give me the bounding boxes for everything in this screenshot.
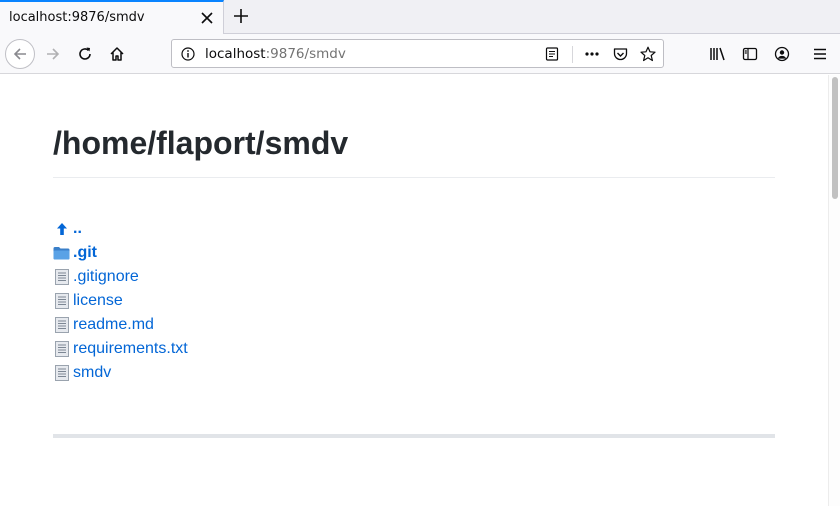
tab-title: localhost:9876/smdv — [9, 10, 145, 25]
info-icon[interactable] — [179, 45, 197, 63]
list-item-file[interactable]: .gitignore — [53, 265, 453, 289]
forward-arrow-icon[interactable] — [39, 40, 67, 68]
footer-divider — [53, 434, 775, 438]
more-actions-icon[interactable] — [583, 45, 601, 63]
pocket-icon[interactable] — [611, 45, 629, 63]
folder-icon — [53, 245, 70, 262]
list-item-file[interactable]: license — [53, 289, 453, 313]
sidebar-icon[interactable] — [736, 40, 764, 68]
account-icon[interactable] — [768, 40, 796, 68]
new-tab-plus-icon[interactable] — [231, 6, 251, 26]
file-name: requirements.txt — [73, 340, 188, 357]
menu-hamburger-icon[interactable] — [806, 40, 834, 68]
bookmark-star-icon[interactable] — [639, 45, 657, 63]
nav-bar: localhost:9876/smdv — [0, 34, 840, 74]
list-item-file[interactable]: requirements.txt — [53, 337, 453, 361]
back-arrow-icon[interactable] — [5, 39, 35, 69]
url-bar[interactable]: localhost:9876/smdv — [171, 39, 664, 68]
file-name: readme.md — [73, 316, 154, 333]
page-title: /home/flaport/smdv — [53, 125, 349, 161]
file-icon — [53, 269, 70, 286]
file-list: .. .git .gitignore license readme.md req… — [53, 217, 453, 385]
file-name: license — [73, 292, 123, 309]
url-path: :9876/smdv — [265, 46, 346, 62]
reader-view-icon[interactable] — [543, 45, 561, 63]
library-icon[interactable] — [704, 40, 732, 68]
close-icon[interactable] — [198, 9, 216, 27]
url-text[interactable]: localhost:9876/smdv — [205, 46, 346, 62]
list-item-folder[interactable]: .git — [53, 241, 453, 265]
file-icon — [53, 365, 70, 382]
home-icon[interactable] — [103, 40, 131, 68]
file-name: .gitignore — [73, 268, 139, 285]
url-host: localhost — [205, 46, 266, 62]
tab-active[interactable]: localhost:9876/smdv — [0, 0, 224, 34]
file-name: .git — [73, 244, 97, 261]
title-divider — [53, 177, 775, 178]
scrollbar-thumb[interactable] — [832, 77, 838, 199]
url-separator — [572, 46, 573, 63]
reload-icon[interactable] — [71, 40, 99, 68]
list-item-parent[interactable]: .. — [53, 217, 453, 241]
file-icon — [53, 317, 70, 334]
page-content: /home/flaport/smdv .. .git .gitignore li… — [0, 75, 828, 506]
file-name: .. — [73, 220, 82, 237]
file-name: smdv — [73, 364, 112, 381]
tab-strip: localhost:9876/smdv — [0, 0, 840, 34]
list-item-file[interactable]: readme.md — [53, 313, 453, 337]
file-icon — [53, 293, 70, 310]
list-item-file[interactable]: smdv — [53, 361, 453, 385]
up-arrow-icon — [53, 221, 70, 238]
vertical-scrollbar[interactable] — [828, 75, 840, 506]
file-icon — [53, 341, 70, 358]
